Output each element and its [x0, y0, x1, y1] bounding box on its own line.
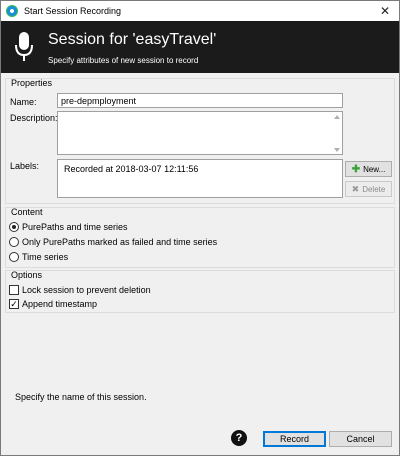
content-group-title: Content	[11, 207, 43, 217]
scroll-up-icon[interactable]	[334, 115, 340, 119]
radio-failed-purepaths-and-time-series[interactable]: Only PurePaths marked as failed and time…	[9, 237, 217, 247]
radio-button[interactable]	[9, 252, 19, 262]
plus-icon: ✚	[351, 163, 361, 175]
lock-session-label: Lock session to prevent deletion	[22, 285, 151, 295]
close-icon[interactable]: ✕	[371, 1, 399, 21]
append-timestamp-checkbox[interactable]: ✓	[9, 299, 19, 309]
lock-session-checkbox-row[interactable]: Lock session to prevent deletion	[9, 285, 151, 295]
radio-time-series[interactable]: Time series	[9, 252, 68, 262]
radio-label: PurePaths and time series	[22, 222, 128, 232]
help-icon[interactable]: ?	[231, 430, 247, 446]
radio-purepaths-and-time-series[interactable]: PurePaths and time series	[9, 222, 128, 232]
header-subtitle: Specify attributes of new session to rec…	[48, 56, 199, 65]
new-label-button-text: New...	[363, 164, 386, 174]
cancel-button[interactable]: Cancel	[329, 431, 392, 447]
radio-button[interactable]	[9, 237, 19, 247]
options-group: Options Lock session to prevent deletion…	[5, 270, 395, 313]
radio-label: Time series	[22, 252, 69, 262]
labels-label: Labels:	[10, 161, 40, 171]
app-logo-icon	[6, 5, 18, 17]
append-timestamp-checkbox-row[interactable]: ✓ Append timestamp	[9, 299, 97, 309]
properties-group: Properties Name: pre-depmployment Descri…	[5, 78, 395, 204]
microphone-icon	[15, 32, 33, 61]
start-session-recording-dialog: Start Session Recording ✕ Session for 'e…	[0, 0, 400, 456]
radio-button-selected[interactable]	[9, 222, 19, 232]
name-field[interactable]: pre-depmployment	[57, 93, 343, 108]
properties-group-title: Properties	[11, 78, 53, 88]
header-title: Session for 'easyTravel'	[48, 31, 217, 48]
new-label-button[interactable]: ✚ New...	[345, 161, 392, 177]
dialog-header: Session for 'easyTravel' Specify attribu…	[1, 21, 399, 73]
description-label: Description:	[10, 113, 58, 123]
radio-label: Only PurePaths marked as failed and time…	[22, 237, 218, 247]
delete-icon: ✖	[351, 183, 360, 194]
description-scrollbar[interactable]	[333, 113, 341, 154]
labels-field[interactable]: Recorded at 2018-03-07 12:11:56	[57, 159, 343, 198]
scroll-down-icon[interactable]	[334, 148, 340, 152]
title-bar: Start Session Recording ✕	[1, 1, 399, 21]
record-button[interactable]: Record	[263, 431, 326, 447]
label-item[interactable]: Recorded at 2018-03-07 12:11:56	[64, 164, 198, 174]
append-timestamp-label: Append timestamp	[22, 299, 98, 309]
content-group: Content PurePaths and time series Only P…	[5, 207, 395, 268]
description-field[interactable]	[57, 111, 343, 155]
delete-label-button[interactable]: ✖ Delete	[345, 181, 392, 197]
options-group-title: Options	[11, 270, 43, 280]
name-label: Name:	[10, 97, 37, 107]
hint-text: Specify the name of this session.	[15, 392, 147, 402]
window-title: Start Session Recording	[24, 6, 122, 16]
delete-label-button-text: Delete	[362, 184, 386, 194]
lock-session-checkbox[interactable]	[9, 285, 19, 295]
